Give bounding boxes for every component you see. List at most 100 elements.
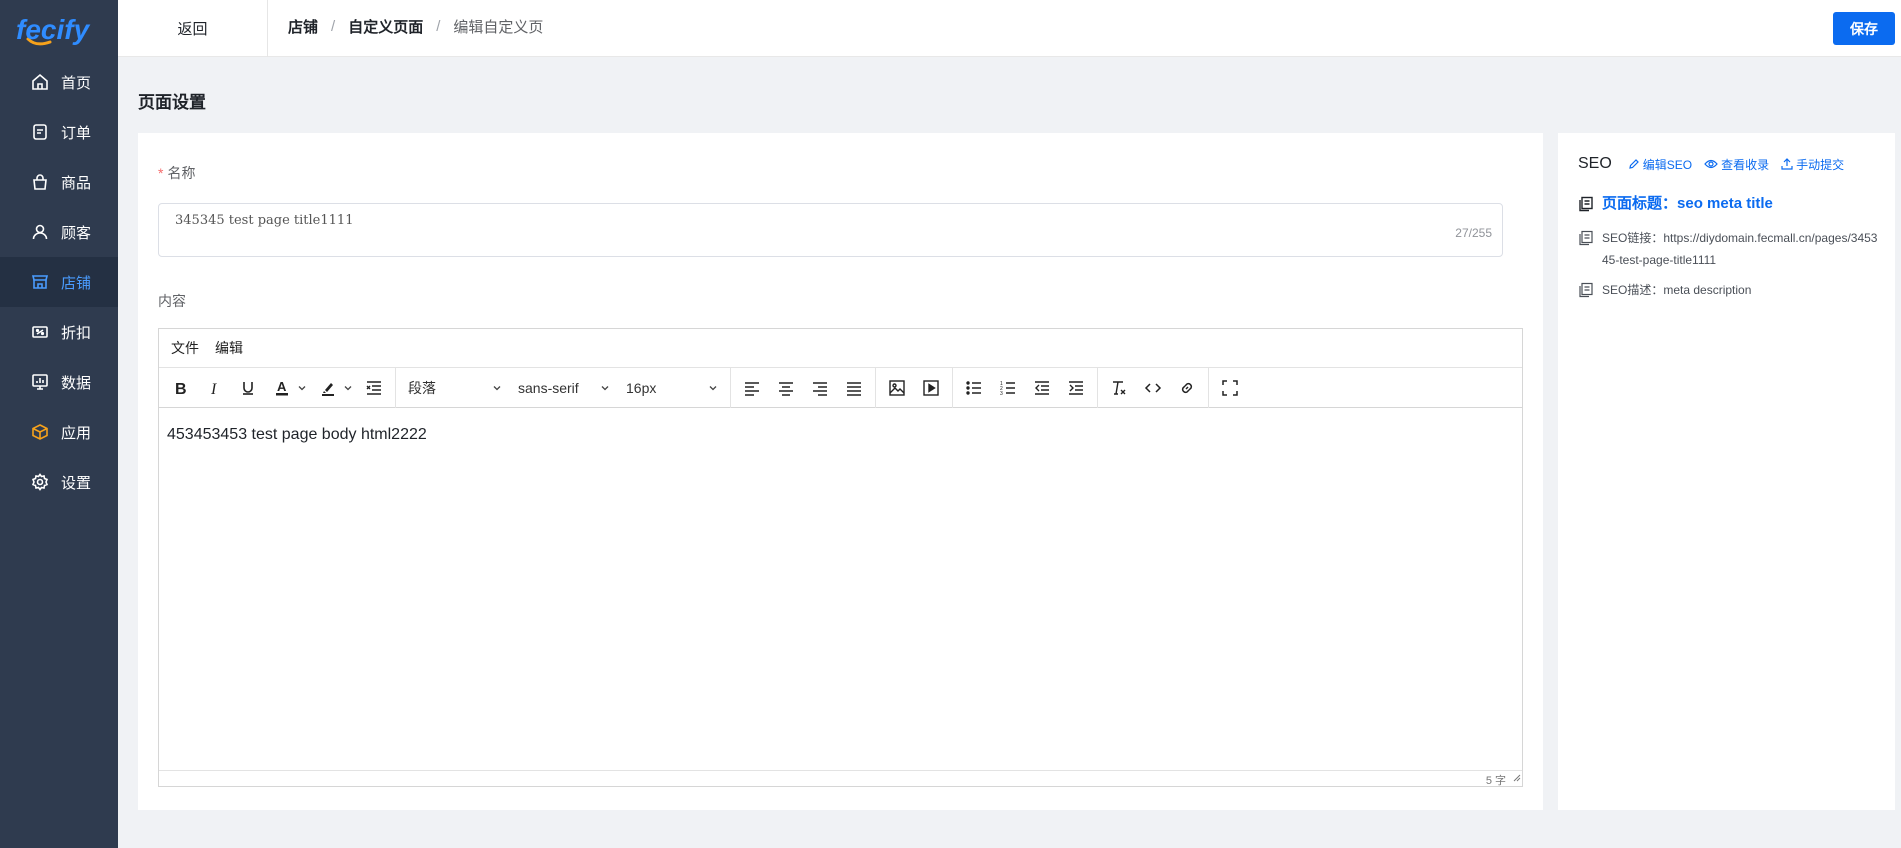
toolbar-group-misc bbox=[1098, 367, 1209, 408]
seo-description-label: SEO描述： bbox=[1602, 283, 1664, 297]
editor-menubar: 文件 编辑 bbox=[159, 329, 1522, 368]
align-justify-icon bbox=[847, 381, 861, 396]
chevron-down-icon[interactable] bbox=[341, 383, 355, 393]
align-center-button[interactable] bbox=[769, 372, 803, 404]
sidebar-item-label: 店铺 bbox=[61, 274, 92, 292]
order-icon bbox=[30, 122, 50, 142]
highlighter-icon bbox=[322, 382, 334, 396]
bag-icon bbox=[30, 172, 50, 192]
block-format-select[interactable]: 段落 bbox=[400, 372, 510, 404]
sidebar-item-label: 数据 bbox=[61, 374, 92, 392]
manual-submit-link[interactable]: 手动提交 bbox=[1781, 156, 1844, 173]
sidebar-nav: 首页 订单 商品 顾客 店铺 折扣 数据 应用 设置 bbox=[0, 57, 118, 507]
bullet-list-button[interactable] bbox=[957, 372, 991, 404]
breadcrumb-item-store[interactable]: 店铺 bbox=[288, 16, 318, 37]
svg-text:A: A bbox=[277, 379, 287, 394]
sidebar-item-discounts[interactable]: 折扣 bbox=[0, 307, 118, 357]
clear-format-button[interactable] bbox=[1102, 372, 1136, 404]
sidebar-item-home[interactable]: 首页 bbox=[0, 57, 118, 107]
seo-header: SEO 编辑SEO 查看收录 手动提交 bbox=[1578, 155, 1856, 173]
sidebar-item-data[interactable]: 数据 bbox=[0, 357, 118, 407]
numbered-list-button[interactable]: 123 bbox=[991, 372, 1025, 404]
menu-file[interactable]: 文件 bbox=[171, 338, 199, 358]
eye-icon bbox=[1704, 159, 1718, 169]
sidebar-item-orders[interactable]: 订单 bbox=[0, 107, 118, 157]
video-icon bbox=[923, 379, 939, 396]
insert-link-button[interactable] bbox=[1170, 372, 1204, 404]
align-left-button[interactable] bbox=[735, 372, 769, 404]
chevron-down-icon[interactable] bbox=[295, 383, 309, 393]
discount-icon bbox=[30, 322, 50, 342]
breadcrumb-item-current: 编辑自定义页 bbox=[453, 18, 544, 36]
page-settings-card: * 名称 345345 test page title1111 27/255 内容… bbox=[138, 133, 1543, 810]
highlight-button[interactable] bbox=[311, 372, 345, 404]
page-title: 页面设置 bbox=[138, 93, 206, 112]
logo[interactable]: fecify bbox=[0, 0, 118, 57]
seo-page-title-value: seo meta title bbox=[1677, 195, 1773, 212]
toolbar-group-text-style: B I A bbox=[159, 367, 396, 408]
top-bar: 返回 店铺 / 自定义页面 / 编辑自定义页 保存 bbox=[118, 0, 1901, 57]
sidebar-item-label: 顾客 bbox=[61, 224, 92, 242]
text-color-button[interactable]: A bbox=[265, 372, 299, 404]
back-button[interactable]: 返回 bbox=[118, 0, 268, 57]
align-right-icon bbox=[813, 381, 827, 396]
name-input-value: 345345 test page title1111 bbox=[175, 213, 354, 228]
sidebar-item-products[interactable]: 商品 bbox=[0, 157, 118, 207]
underline-button[interactable] bbox=[231, 372, 265, 404]
fullscreen-button[interactable] bbox=[1213, 372, 1247, 404]
source-code-button[interactable] bbox=[1136, 372, 1170, 404]
view-indexed-link[interactable]: 查看收录 bbox=[1704, 156, 1769, 173]
align-justify-button[interactable] bbox=[837, 372, 871, 404]
breadcrumb-separator: / bbox=[436, 17, 441, 35]
align-right-button[interactable] bbox=[803, 372, 837, 404]
seo-page-title-label: 页面标题： bbox=[1602, 195, 1678, 212]
editor-content[interactable]: 453453453 test page body html2222 bbox=[159, 408, 1522, 770]
seo-description-text: SEO描述：meta description bbox=[1602, 279, 1751, 301]
insert-image-button[interactable] bbox=[880, 372, 914, 404]
highlight-color-control[interactable] bbox=[311, 372, 357, 404]
menu-edit[interactable]: 编辑 bbox=[215, 338, 243, 358]
sidebar-item-apps[interactable]: 应用 bbox=[0, 407, 118, 457]
resize-handle-icon[interactable] bbox=[1511, 772, 1521, 785]
svg-text:B: B bbox=[175, 381, 187, 397]
name-input[interactable]: 345345 test page title1111 27/255 bbox=[158, 203, 1503, 257]
sidebar-item-label: 首页 bbox=[61, 74, 92, 92]
upload-icon bbox=[1781, 158, 1793, 170]
store-icon bbox=[30, 272, 50, 292]
align-left-icon bbox=[745, 381, 759, 396]
indent-button[interactable] bbox=[1059, 372, 1093, 404]
align-center-icon bbox=[779, 381, 793, 396]
font-family-select[interactable]: sans-serif bbox=[510, 372, 618, 404]
numbered-list-icon: 123 bbox=[1000, 381, 1015, 397]
font-size-select[interactable]: 16px bbox=[618, 372, 726, 404]
sidebar-item-settings[interactable]: 设置 bbox=[0, 457, 118, 507]
line-height-button[interactable] bbox=[357, 372, 391, 404]
bold-icon: B bbox=[175, 381, 187, 397]
image-icon bbox=[889, 379, 905, 396]
bold-button[interactable]: B bbox=[163, 372, 197, 404]
outdent-button[interactable] bbox=[1025, 372, 1059, 404]
toolbar-group-align bbox=[731, 367, 876, 408]
bullet-list-icon bbox=[966, 380, 981, 395]
name-field-label: * 名称 bbox=[158, 163, 195, 183]
italic-button[interactable]: I bbox=[197, 372, 231, 404]
link-icon bbox=[1181, 382, 1193, 393]
edit-seo-link[interactable]: 编辑SEO bbox=[1628, 156, 1692, 173]
save-button[interactable]: 保存 bbox=[1833, 12, 1895, 45]
toolbar-group-view bbox=[1209, 368, 1251, 408]
pencil-icon bbox=[1629, 159, 1639, 169]
breadcrumb-item-custom-pages[interactable]: 自定义页面 bbox=[348, 16, 423, 37]
line-height-icon bbox=[366, 380, 381, 395]
toolbar-group-media bbox=[876, 367, 953, 408]
breadcrumb: 店铺 / 自定义页面 / 编辑自定义页 bbox=[288, 0, 543, 52]
indent-icon bbox=[1069, 380, 1083, 395]
document-icon bbox=[1579, 230, 1593, 246]
sidebar-item-label: 设置 bbox=[61, 474, 92, 492]
seo-link-text: SEO链接：https://diydomain.fecmall.cn/pages… bbox=[1602, 227, 1878, 271]
home-icon bbox=[30, 72, 50, 92]
insert-video-button[interactable] bbox=[914, 372, 948, 404]
sidebar-item-customers[interactable]: 顾客 bbox=[0, 207, 118, 257]
seo-link-row: SEO链接：https://diydomain.fecmall.cn/pages… bbox=[1578, 227, 1878, 271]
sidebar-item-store[interactable]: 店铺 bbox=[0, 257, 118, 307]
text-color-control[interactable]: A bbox=[265, 372, 311, 404]
